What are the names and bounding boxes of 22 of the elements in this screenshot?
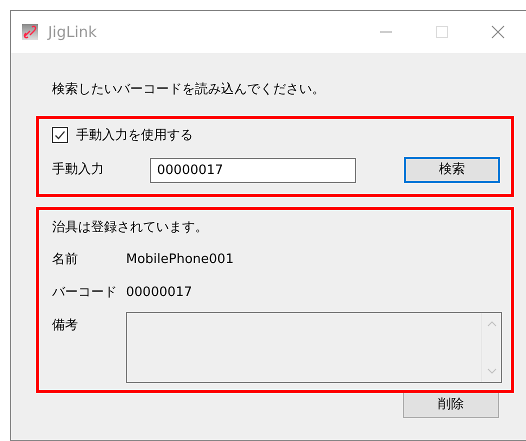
checkbox-label: 手動入力を使用する: [76, 126, 193, 144]
minimize-icon: [380, 31, 392, 33]
field-value: MobilePhone001: [126, 251, 234, 269]
maximize-icon: [436, 26, 448, 38]
manual-input-field[interactable]: 00000017: [150, 158, 356, 182]
window-title: JigLink: [48, 22, 97, 43]
delete-button[interactable]: 削除: [403, 392, 499, 418]
field-label: 名前: [52, 251, 79, 269]
checkbox[interactable]: [52, 127, 68, 144]
check-icon: [54, 129, 66, 142]
instruction-text: 検索したいバーコードを読み込んでください。: [52, 81, 326, 99]
status-text: 治具は登録されています。: [52, 218, 209, 236]
scroll-up-icon[interactable]: [486, 321, 496, 327]
field-value: 00000017: [126, 284, 192, 302]
scroll-down-icon[interactable]: [486, 368, 496, 374]
search-button[interactable]: 検索: [404, 157, 500, 183]
field-label: バーコード: [52, 284, 118, 302]
field-label: 手動入力: [52, 161, 105, 180]
app-icon: [22, 24, 38, 40]
field-label: 備考: [52, 317, 79, 335]
close-icon: [491, 25, 505, 39]
notes-field[interactable]: [126, 312, 502, 383]
